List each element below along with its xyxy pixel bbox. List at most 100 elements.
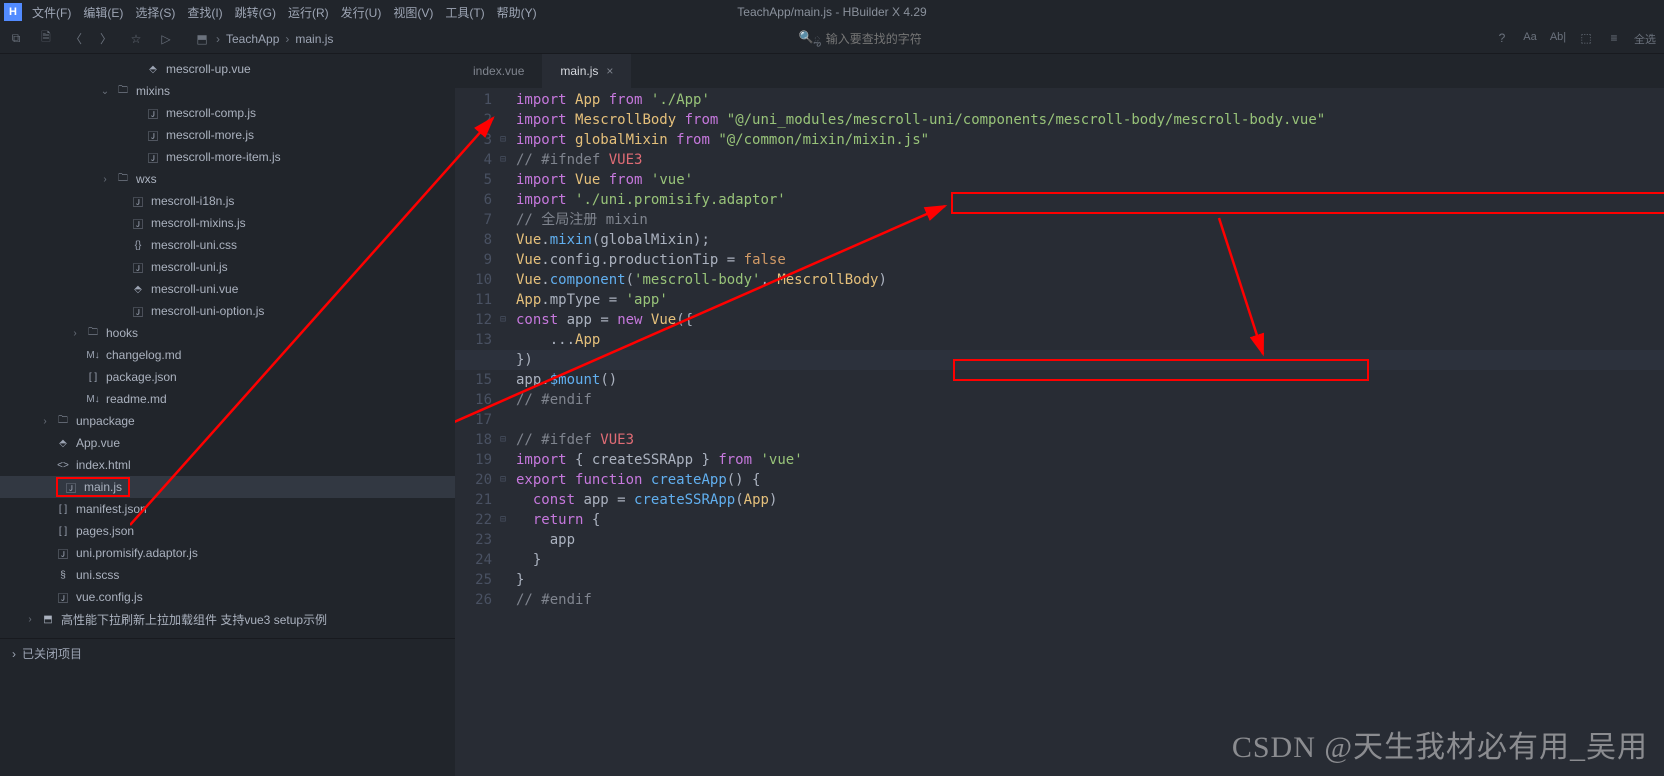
menu-item[interactable]: 文件(F) [26, 2, 77, 23]
code-line[interactable]: // #ifdef VUE3 [516, 430, 1664, 450]
code-line[interactable]: Vue.config.productionTip = false [516, 250, 1664, 270]
code-line[interactable]: export function createApp() { [516, 470, 1664, 490]
code-line[interactable]: return { [516, 510, 1664, 530]
code-line[interactable]: Vue.mixin(globalMixin); [516, 230, 1664, 250]
menu-item[interactable]: 视图(V) [387, 2, 439, 23]
code-line[interactable]: } [516, 570, 1664, 590]
code-line[interactable]: import MescrollBody from "@/uni_modules/… [516, 110, 1664, 130]
tree-label: mescroll-more.js [166, 128, 254, 142]
tree-file[interactable]: ⬘App.vue [0, 432, 455, 454]
code-line[interactable]: import globalMixin from "@/common/mixin/… [516, 130, 1664, 150]
search-input[interactable] [826, 32, 1026, 46]
fold-icon[interactable]: ⊟ [500, 310, 512, 330]
line-number: 23 [455, 530, 492, 550]
tree-file[interactable]: [ ]pages.json [0, 520, 455, 542]
fold-icon[interactable]: ⊟ [500, 150, 512, 170]
code-line[interactable]: App.mpType = 'app' [516, 290, 1664, 310]
tree-file[interactable]: <>index.html [0, 454, 455, 476]
close-icon[interactable]: × [606, 64, 613, 78]
code-line[interactable]: // #endif [516, 390, 1664, 410]
annotation-box [951, 192, 1664, 214]
file-icon: ⬘ [146, 62, 160, 76]
breadcrumb-file[interactable]: main.js [295, 32, 333, 46]
code-line[interactable]: // #ifndef VUE3 [516, 150, 1664, 170]
window-icon[interactable]: ⧉ [8, 31, 24, 46]
code-line[interactable]: import App from './App' [516, 90, 1664, 110]
search-icon[interactable]: 🔍ౢ [802, 30, 818, 47]
code-line[interactable] [516, 410, 1664, 430]
file-tree[interactable]: ⬘mescroll-up.vue⌄🗀mixins🄹mescroll-comp.j… [0, 54, 455, 776]
tree-file[interactable]: 🄹mescroll-more.js [0, 124, 455, 146]
code-line[interactable]: const app = createSSRApp(App) [516, 490, 1664, 510]
select-all[interactable]: 全选 [1634, 31, 1656, 47]
tree-file[interactable]: 🄹mescroll-uni-option.js [0, 300, 455, 322]
regex-toggle[interactable]: ⬚ [1578, 31, 1594, 47]
nav-back-icon[interactable]: 〈 [68, 30, 84, 47]
tree-file[interactable]: 🄹mescroll-mixins.js [0, 212, 455, 234]
line-number: 8 [455, 230, 492, 250]
menu-item[interactable]: 编辑(E) [77, 2, 129, 23]
tree-folder[interactable]: ›🗀unpackage [0, 410, 455, 432]
fold-icon [500, 230, 512, 250]
code-line[interactable]: const app = new Vue({ [516, 310, 1664, 330]
menu-item[interactable]: 发行(U) [335, 2, 388, 23]
lines-icon[interactable]: ≡ [1606, 31, 1622, 47]
fold-icon[interactable]: ⊟ [500, 430, 512, 450]
tree-file[interactable]: [ ]manifest.json [0, 498, 455, 520]
tree-file[interactable]: [ ]package.json [0, 366, 455, 388]
help-icon[interactable]: ? [1494, 31, 1510, 47]
tree-file[interactable]: M↓changelog.md [0, 344, 455, 366]
tree-file[interactable]: §uni.scss [0, 564, 455, 586]
tree-file[interactable]: ⬘mescroll-up.vue [0, 58, 455, 80]
menu-item[interactable]: 运行(R) [282, 2, 335, 23]
tree-file[interactable]: ⬘mescroll-uni.vue [0, 278, 455, 300]
tree-folder[interactable]: ⌄🗀mixins [0, 80, 455, 102]
menu-item[interactable]: 帮助(Y) [491, 2, 543, 23]
fold-icon [500, 250, 512, 270]
line-number: 24 [455, 550, 492, 570]
case-toggle[interactable]: Aa [1522, 31, 1538, 47]
fold-icon[interactable]: ⊟ [500, 510, 512, 530]
tab-bar: index.vuemain.js× [455, 54, 1664, 88]
tree-file[interactable]: 🄹mescroll-more-item.js [0, 146, 455, 168]
tree-file[interactable]: 🄹vue.config.js [0, 586, 455, 608]
menu-item[interactable]: 查找(I) [181, 2, 228, 23]
breadcrumb-project[interactable]: TeachApp [226, 32, 279, 46]
tree-file[interactable]: {}mescroll-uni.css [0, 234, 455, 256]
tree-file[interactable]: M↓readme.md [0, 388, 455, 410]
tree-folder[interactable]: ›🗀wxs [0, 168, 455, 190]
tree-folder[interactable]: ›🗀hooks [0, 322, 455, 344]
chevron-icon: ⌄ [100, 86, 110, 97]
tab[interactable]: main.js× [542, 54, 631, 88]
menu-item[interactable]: 选择(S) [129, 2, 181, 23]
code-line[interactable]: Vue.component('mescroll-body', MescrollB… [516, 270, 1664, 290]
tree-file[interactable]: 🄹uni.promisify.adaptor.js [0, 542, 455, 564]
code-line[interactable]: import Vue from 'vue' [516, 170, 1664, 190]
line-number: 9 [455, 250, 492, 270]
code-line[interactable]: import { createSSRApp } from 'vue' [516, 450, 1664, 470]
code-line[interactable]: // #endif [516, 590, 1664, 610]
code-line[interactable]: app [516, 530, 1664, 550]
fold-icon[interactable]: ⊟ [500, 130, 512, 150]
tree-file[interactable]: 🄹mescroll-uni.js [0, 256, 455, 278]
tree-file[interactable]: 🄹mescroll-i18n.js [0, 190, 455, 212]
star-icon[interactable]: ☆ [128, 32, 144, 46]
tab[interactable]: index.vue [455, 54, 542, 88]
file-icon: 🄹 [131, 260, 145, 274]
menu-item[interactable]: 工具(T) [439, 2, 490, 23]
run-icon[interactable]: ▷ [158, 32, 174, 46]
word-toggle[interactable]: Ab| [1550, 31, 1566, 47]
code-line[interactable]: } [516, 550, 1664, 570]
tree-label: mixins [136, 84, 170, 98]
code-area[interactable]: 1234567891011121314151617181920212223242… [455, 88, 1664, 776]
tree-file[interactable]: 🄹mescroll-comp.js [0, 102, 455, 124]
tree-file[interactable]: 🄹main.js [0, 476, 455, 498]
file-icon[interactable]: 🗎 [38, 28, 54, 49]
menu-item[interactable]: 跳转(G) [229, 2, 282, 23]
code-line[interactable]: ...App [516, 330, 1664, 350]
closed-projects[interactable]: › 已关闭项目 [0, 638, 455, 668]
nav-forward-icon[interactable]: 〉 [98, 30, 114, 47]
tree-file[interactable]: ›⬒高性能下拉刷新上拉加载组件 支持vue3 setup示例 [0, 608, 455, 630]
fold-icon [500, 570, 512, 590]
fold-icon[interactable]: ⊟ [500, 470, 512, 490]
